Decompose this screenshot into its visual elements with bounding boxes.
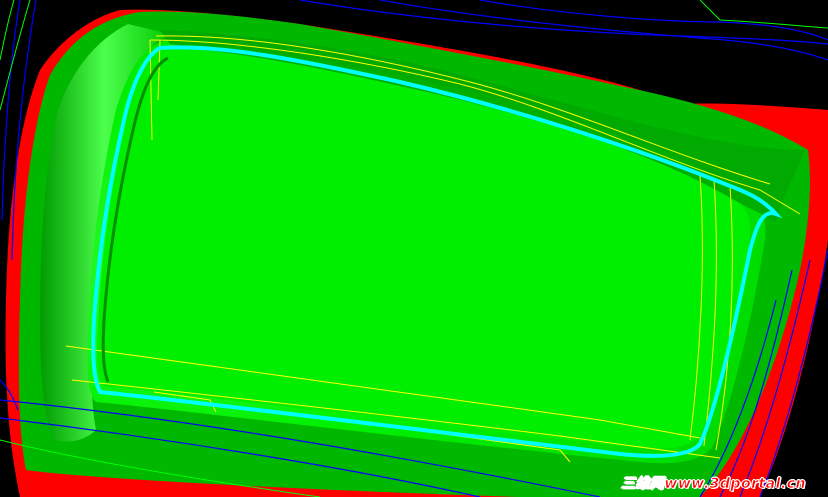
- watermark-text: 三维网www.3dportal.cn: [620, 476, 806, 493]
- cad-scene: [0, 0, 828, 497]
- cad-viewport[interactable]: 三维网www.3dportal.cn: [0, 0, 828, 497]
